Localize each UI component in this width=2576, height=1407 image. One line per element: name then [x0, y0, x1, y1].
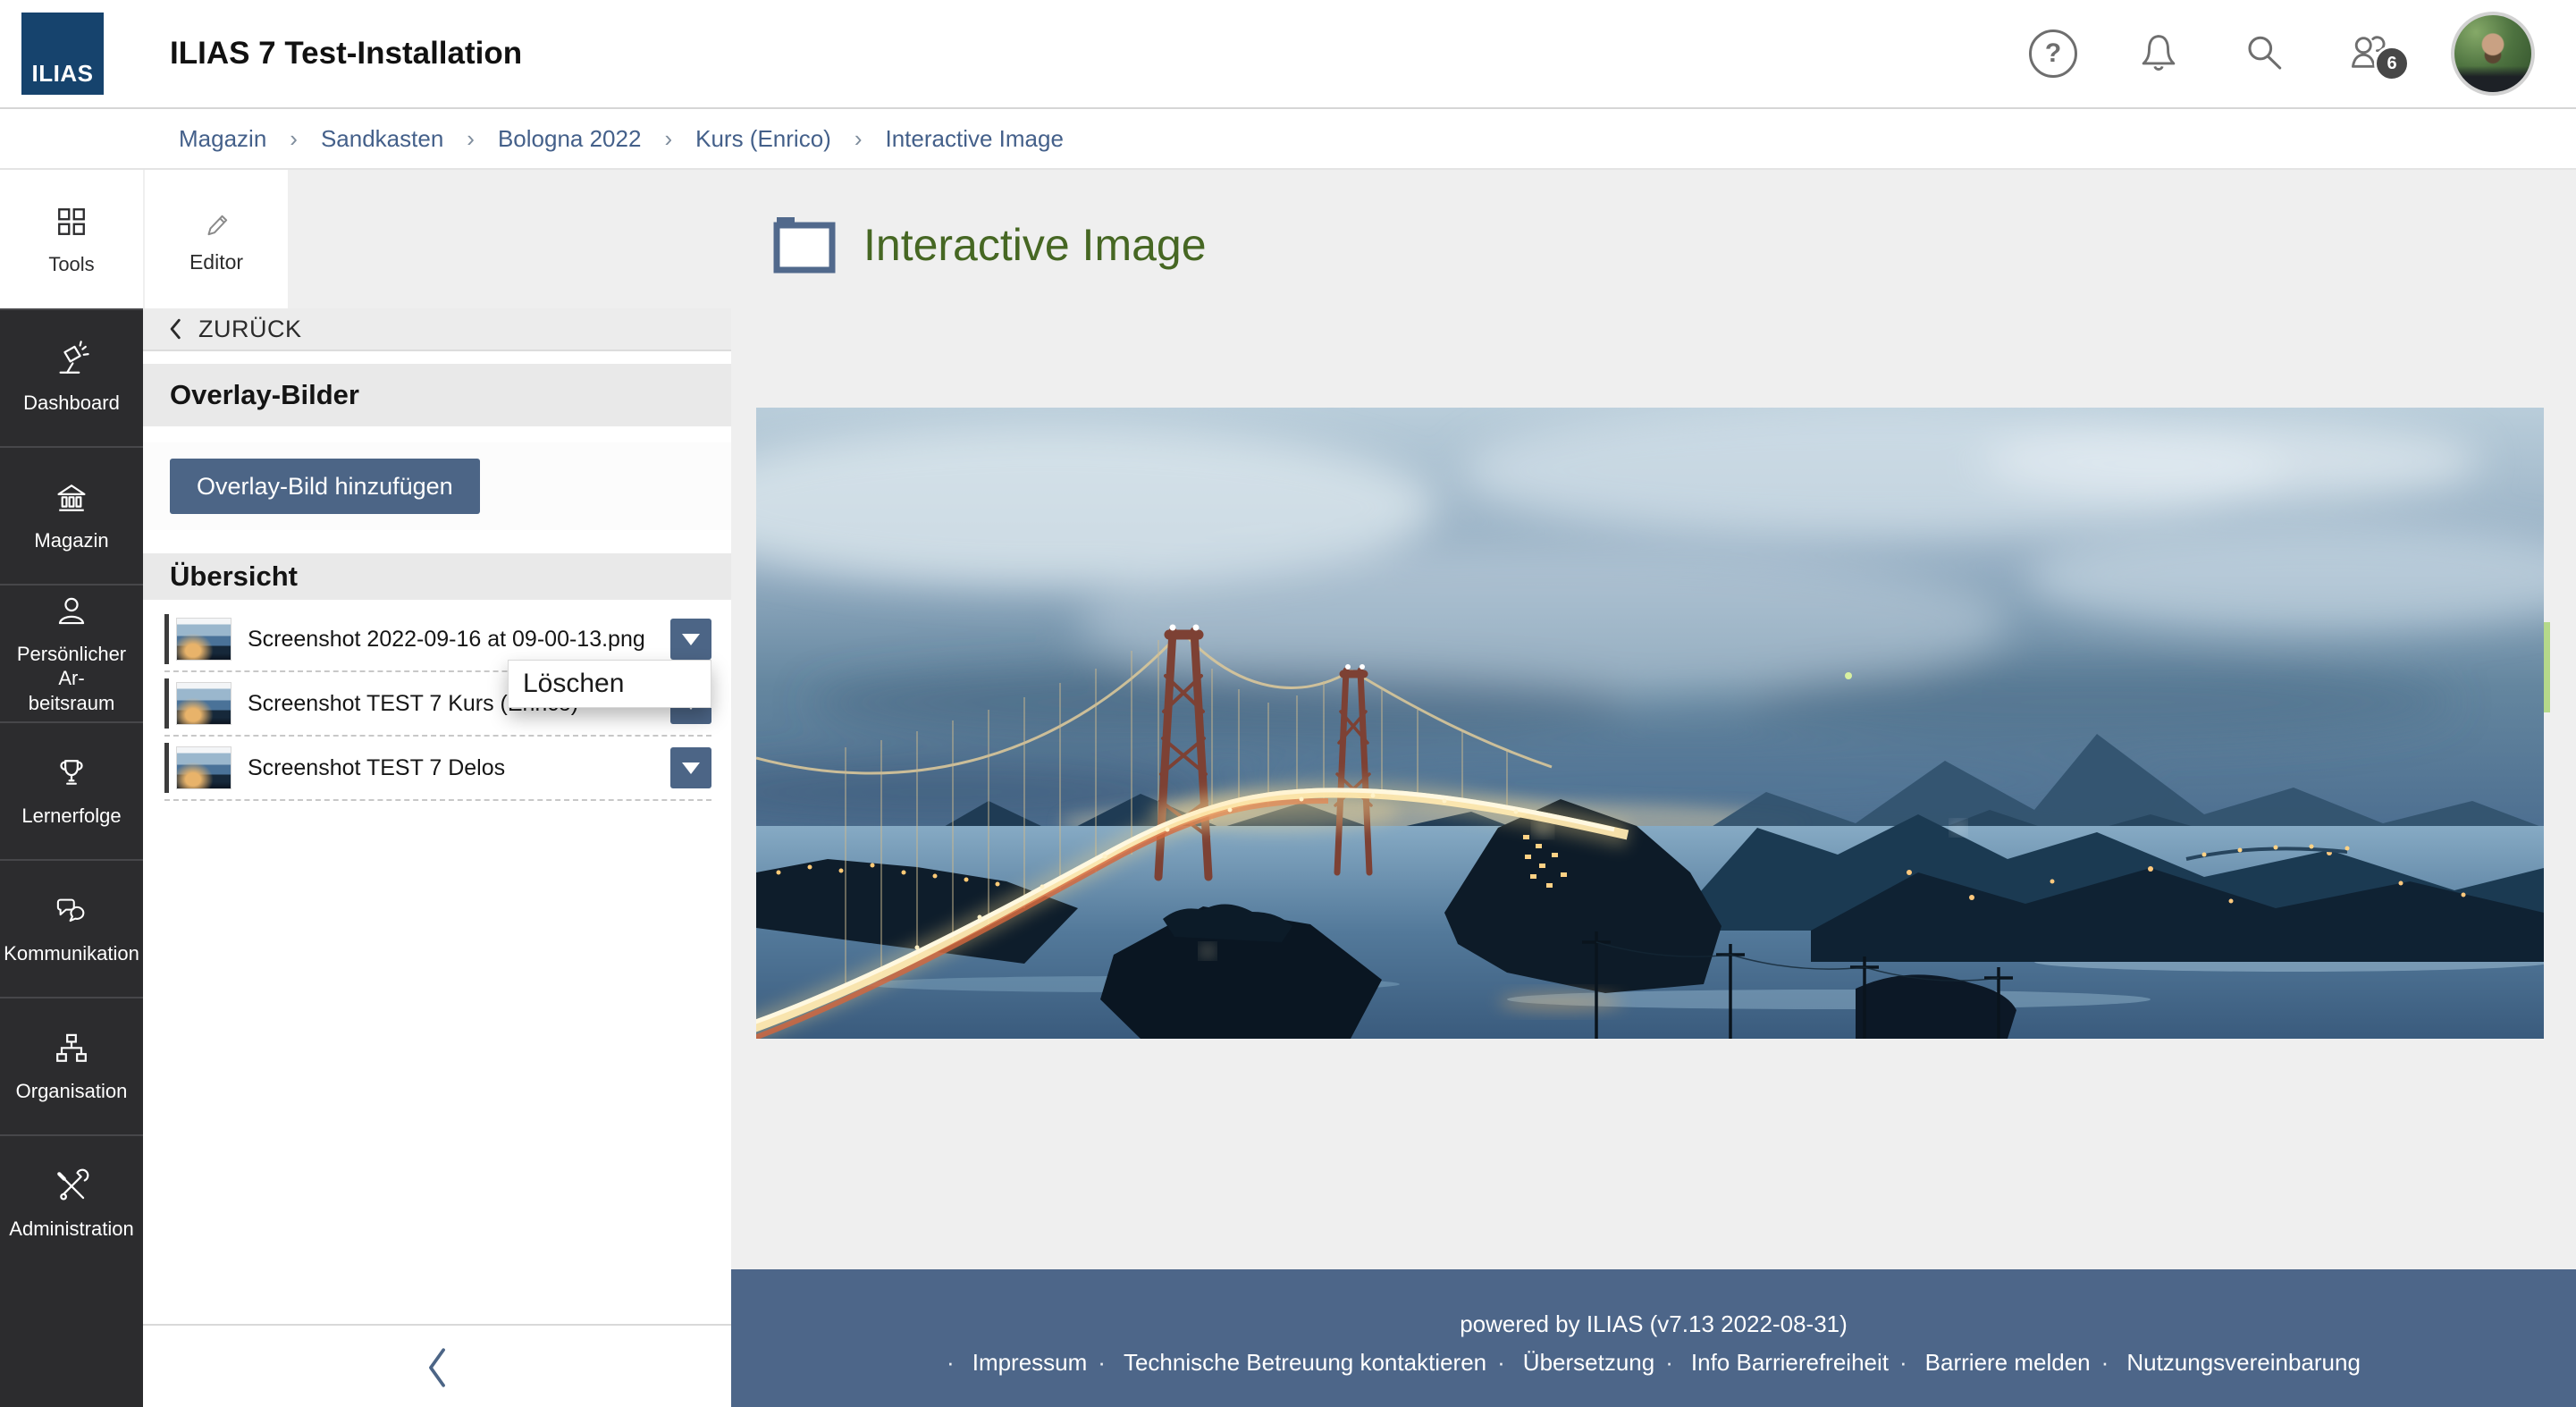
overlay-images-slate: Editor ZURÜCK Overlay-Bilder Overlay-Bil… [143, 170, 731, 1407]
person-icon [52, 592, 91, 631]
breadcrumb: Magazin › Sandkasten › Bologna 2022 › Ku… [0, 109, 2576, 170]
footer-links: · Impressum · Technische Betreuung kontakt… [731, 1349, 2576, 1377]
footer-link-support[interactable]: Technische Betreuung kontaktieren [1124, 1349, 1486, 1377]
overview-title-bar: Übersicht [143, 553, 731, 600]
overlay-filename: Screenshot 2022-09-16 at 09-00-13.png [232, 627, 670, 653]
search-icon[interactable] [2240, 29, 2288, 78]
sidebar-item-kommunikation[interactable]: Kommunikation [0, 859, 143, 997]
slate-tabs-row: Editor [143, 170, 731, 308]
editor-tab[interactable]: Editor [145, 170, 288, 308]
ilias-page: ILIAS ILIAS 7 Test-Installation ? [0, 0, 2576, 1407]
container-folder-icon [770, 215, 838, 275]
breadcrumb-separator: › [467, 125, 475, 153]
overlay-filename: Screenshot TEST 7 Delos [232, 755, 670, 781]
page-header: Interactive Image [770, 215, 1207, 275]
orgchart-icon [52, 1029, 91, 1068]
footer-separator: · [2101, 1349, 2109, 1377]
page-title: Interactive Image [863, 219, 1207, 271]
logo-text: ILIAS [32, 60, 94, 88]
trophy-icon [52, 754, 91, 793]
footer-separator: · [1899, 1349, 1907, 1377]
main-content: Interactive Image [731, 170, 2576, 1269]
user-avatar[interactable] [2451, 12, 2535, 96]
sidebar-item-lernerfolge[interactable]: Lernerfolge [0, 721, 143, 859]
row-actions-menu: Löschen [508, 660, 711, 708]
back-label: ZURÜCK [198, 316, 302, 343]
footer-link-nutzungsvereinbarung[interactable]: Nutzungsvereinbarung [2126, 1349, 2361, 1377]
installation-title: ILIAS 7 Test-Installation [170, 0, 522, 107]
chevron-left-icon [166, 317, 186, 341]
sidebar-item-organisation[interactable]: Organisation [0, 997, 143, 1134]
grid-icon [52, 202, 91, 241]
breadcrumb-kurs[interactable]: Kurs (Enrico) [695, 125, 831, 153]
powered-by-link[interactable]: powered by ILIAS (v7.13 2022-08-31) [1460, 1310, 1848, 1338]
slate-collapse-button[interactable] [143, 1324, 731, 1407]
footer-link-barrierefreiheit[interactable]: Info Barrierefreiheit [1691, 1349, 1889, 1377]
caret-down-icon [682, 762, 700, 774]
footer-separator: · [947, 1349, 955, 1377]
row-actions-dropdown-button[interactable] [670, 619, 711, 660]
footer-separator: · [1497, 1349, 1505, 1377]
overlay-marker [2544, 622, 2550, 712]
breadcrumb-separator: › [664, 125, 672, 153]
footer-separator: · [1098, 1349, 1106, 1377]
breadcrumb-separator: › [854, 125, 863, 153]
sidebar-item-persoenlicher-arbeitsraum[interactable]: Persönlicher Ar- beitsraum [0, 584, 143, 721]
breadcrumb-magazin[interactable]: Magazin [179, 125, 266, 153]
breadcrumb-sandkasten[interactable]: Sandkasten [321, 125, 443, 153]
chat-icon [52, 891, 91, 931]
row-actions-dropdown-button[interactable] [670, 747, 711, 788]
caret-down-icon [682, 634, 700, 645]
add-overlay-section: Overlay-Bild hinzufügen [143, 442, 731, 530]
main-sidebar: Tools Dashboard Magazin Persönlicher A [0, 170, 143, 1407]
wrench-icon [52, 1167, 91, 1206]
drag-handle[interactable] [164, 614, 169, 664]
top-header: ILIAS ILIAS 7 Test-Installation ? [0, 0, 2576, 109]
list-item: Screenshot TEST 7 Delos [164, 737, 711, 801]
overlay-thumbnail [176, 746, 232, 789]
sidebar-item-tools[interactable]: Tools [0, 170, 143, 308]
back-button[interactable]: ZURÜCK [143, 308, 731, 351]
drag-handle[interactable] [164, 743, 169, 793]
sidebar-item-administration[interactable]: Administration [0, 1134, 143, 1272]
footer-link-uebersetzung[interactable]: Übersetzung [1523, 1349, 1654, 1377]
drag-handle[interactable] [164, 678, 169, 729]
overlay-thumbnail [176, 682, 232, 725]
contacts-count-badge: 6 [2374, 46, 2410, 81]
footer-link-impressum[interactable]: Impressum [972, 1349, 1088, 1377]
sidebar-item-magazin[interactable]: Magazin [0, 446, 143, 584]
overview-title: Übersicht [170, 560, 298, 593]
header-icon-bar: ? 6 [2029, 0, 2535, 107]
footer-link-barriere-melden[interactable]: Barriere melden [1925, 1349, 2091, 1377]
page-footer: powered by ILIAS (v7.13 2022-08-31) · Imp… [731, 1269, 2576, 1407]
panel-title: Overlay-Bilder [170, 379, 359, 411]
interactive-image-photo [756, 408, 2544, 1039]
ilias-logo[interactable]: ILIAS [21, 13, 104, 95]
lamp-icon [52, 341, 91, 380]
help-icon[interactable]: ? [2029, 29, 2077, 78]
footer-separator: · [1665, 1349, 1673, 1377]
menu-item-delete[interactable]: Löschen [523, 669, 624, 699]
sidebar-item-dashboard[interactable]: Dashboard [0, 308, 143, 446]
notifications-bell-icon[interactable] [2134, 29, 2183, 78]
panel-title-bar: Overlay-Bilder [143, 364, 731, 426]
awareness-contacts-icon[interactable]: 6 [2345, 29, 2394, 78]
breadcrumb-separator: › [290, 125, 298, 153]
bank-icon [52, 478, 91, 518]
overlay-thumbnail [176, 618, 232, 661]
breadcrumb-interactive-image[interactable]: Interactive Image [885, 125, 1063, 153]
editor-tab-label: Editor [189, 250, 243, 274]
breadcrumb-bologna[interactable]: Bologna 2022 [498, 125, 641, 153]
chevron-left-icon [422, 1344, 452, 1391]
add-overlay-image-button[interactable]: Overlay-Bild hinzufügen [170, 459, 480, 514]
pencil-icon [198, 204, 235, 241]
